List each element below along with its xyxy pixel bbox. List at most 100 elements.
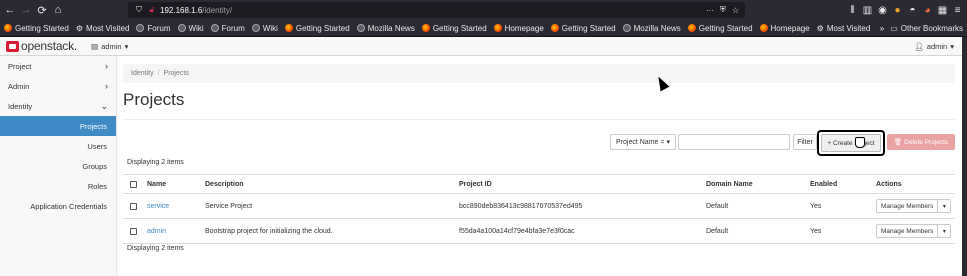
- sidebar-item-groups[interactable]: Groups: [0, 156, 116, 176]
- filter-field-select[interactable]: Project Name = ▾: [610, 134, 676, 150]
- breadcrumb-root[interactable]: Identity: [131, 70, 154, 77]
- create-project-button[interactable]: + Create Project: [821, 134, 881, 152]
- bookmark-label: Most Visited: [85, 23, 130, 33]
- sidebar-icon[interactable]: ▥: [860, 1, 875, 19]
- project-id: f55da4a100a14cf79e4bfa3e7e3f0cac: [459, 227, 575, 235]
- hamburger-menu-icon[interactable]: ≡: [950, 1, 965, 19]
- browser-toolbar: ← → ⟳ ⌂ ⛉ 🔓︎ 192.168.1.6/identity/ ··· ⛨…: [0, 0, 967, 20]
- projects-table: Name Description Project ID Domain Name …: [123, 174, 955, 244]
- url-host: 192.168.1.6: [160, 5, 203, 15]
- manage-members-button[interactable]: Manage Members: [876, 224, 939, 238]
- bookmark-label: Homepage: [504, 23, 544, 33]
- bookmark-item[interactable]: Getting Started: [421, 24, 487, 33]
- column-header-name[interactable]: Name: [147, 175, 166, 193]
- user-menu[interactable]: 👤︎ admin ▾: [914, 37, 954, 55]
- bookmark-item[interactable]: Mozilla News: [356, 23, 415, 33]
- filter-group: Project Name = ▾ Filter: [610, 134, 817, 150]
- pocket-icon[interactable]: ⛨: [720, 5, 726, 15]
- sidebar-item-users[interactable]: Users: [0, 136, 116, 156]
- project-enabled: Yes: [810, 227, 822, 235]
- chevron-double-right-icon[interactable]: »: [880, 24, 884, 33]
- bookmark-item[interactable]: Getting Started: [687, 24, 753, 33]
- bookmark-item[interactable]: Getting Started: [284, 24, 350, 33]
- column-header-enabled[interactable]: Enabled: [810, 175, 837, 193]
- bookmark-item[interactable]: Getting Started: [550, 24, 616, 33]
- forward-icon[interactable]: →: [18, 1, 34, 19]
- breadcrumb-separator: /: [157, 70, 160, 77]
- bookmark-item[interactable]: ⚙ Most Visited: [817, 24, 871, 33]
- bookmark-item[interactable]: Mozilla News: [622, 24, 681, 33]
- sidebar-item-label: Admin: [8, 81, 30, 91]
- select-all-checkbox[interactable]: [130, 180, 137, 188]
- url-bar[interactable]: ⛉ 🔓︎ 192.168.1.6/identity/ ··· ⛨ ☆: [128, 2, 745, 18]
- bookmark-item[interactable]: Wiki: [251, 24, 278, 33]
- firefox-icon: [493, 24, 502, 32]
- filter-button[interactable]: Filter: [793, 134, 817, 150]
- extension-icon[interactable]: ◓: [905, 1, 920, 19]
- back-icon[interactable]: ←: [2, 1, 18, 19]
- firefox-icon: [4, 24, 12, 32]
- library-icon[interactable]: ⫴: [845, 1, 860, 19]
- project-domain: Default: [706, 227, 729, 235]
- row-checkbox[interactable]: [130, 227, 137, 235]
- delete-projects-label: Delete Projects: [904, 138, 949, 146]
- column-header-domain-name[interactable]: Domain Name: [706, 175, 753, 193]
- bookmark-item[interactable]: Getting Started: [4, 24, 69, 33]
- actions-dropdown-toggle[interactable]: ▾: [938, 224, 952, 238]
- globe-icon: [210, 24, 219, 32]
- table-row: admin Bootstrap project for initializing…: [123, 218, 955, 243]
- openstack-logo-text[interactable]: openstack.: [21, 39, 77, 53]
- openstack-logo-icon[interactable]: [6, 40, 19, 52]
- project-description: Service Project: [205, 202, 253, 210]
- project-switcher[interactable]: ▤ admin ▾: [91, 42, 128, 51]
- sidebar-item-application-credentials[interactable]: Application Credentials: [0, 196, 116, 216]
- project-id: bcc890deb836413c98817070537ed495: [459, 202, 583, 210]
- more-icon[interactable]: ···: [706, 5, 714, 15]
- filter-input[interactable]: [678, 134, 790, 150]
- project-label: admin: [101, 41, 122, 51]
- actions-dropdown-toggle[interactable]: ▾: [938, 199, 952, 213]
- sidebar-item-identity[interactable]: Identity ⌄: [0, 96, 116, 116]
- sidebar-item-project[interactable]: Project ›: [0, 56, 116, 76]
- table-row: service Service Project bcc890deb836413c…: [123, 193, 955, 218]
- caret-down-icon: ▾: [950, 41, 954, 51]
- project-name-link[interactable]: admin: [147, 219, 166, 243]
- row-checkbox[interactable]: [130, 202, 137, 210]
- bookmark-star-icon[interactable]: ☆: [732, 5, 739, 15]
- delete-projects-button[interactable]: 🗑︎ Delete Projects: [887, 134, 955, 150]
- firefox-icon[interactable]: ◕: [920, 1, 935, 19]
- chevron-right-icon: ›: [105, 61, 108, 71]
- bookmark-item[interactable]: Homepage: [759, 24, 810, 33]
- manage-members-button[interactable]: Manage Members: [876, 199, 939, 213]
- other-bookmarks[interactable]: Other Bookmarks: [901, 24, 963, 33]
- displaying-count-bottom: Displaying 2 items: [127, 245, 184, 252]
- extension-icon[interactable]: ●: [890, 1, 905, 19]
- caret-down-icon: ▾: [124, 41, 129, 51]
- table-header-row: Name Description Project ID Domain Name …: [123, 174, 955, 193]
- account-icon[interactable]: ◉: [875, 1, 890, 19]
- extension-icon[interactable]: ▦: [935, 1, 950, 19]
- reload-icon[interactable]: ⟳: [34, 1, 50, 19]
- globe-icon: [356, 24, 365, 32]
- bookmark-label: Mozilla News: [367, 23, 415, 33]
- sidebar-item-roles[interactable]: Roles: [0, 176, 116, 196]
- sidebar-item-projects[interactable]: Projects: [0, 116, 116, 136]
- shield-icon[interactable]: ⛉: [132, 5, 146, 15]
- bookmark-label: Forum: [221, 23, 245, 33]
- column-header-project-id[interactable]: Project ID: [459, 175, 492, 193]
- bookmark-item[interactable]: Forum: [210, 23, 245, 33]
- bookmark-item[interactable]: Wiki: [177, 24, 204, 33]
- firefox-icon: [284, 24, 293, 32]
- insecure-lock-icon[interactable]: 🔓︎: [146, 5, 158, 15]
- globe-icon: [622, 24, 631, 32]
- project-name-link[interactable]: service: [147, 194, 169, 218]
- chevron-right-icon: ›: [105, 81, 108, 91]
- bookmark-item[interactable]: Forum: [136, 24, 171, 33]
- home-icon[interactable]: ⌂: [50, 1, 66, 19]
- sidebar-item-admin[interactable]: Admin ›: [0, 76, 116, 96]
- column-header-description[interactable]: Description: [205, 175, 244, 193]
- caret-down-icon: ▾: [666, 139, 670, 146]
- bookmark-item[interactable]: ⚙ Most Visited: [76, 24, 130, 33]
- sidebar: Project › Admin › Identity ⌄ Projects Us…: [0, 56, 117, 276]
- bookmark-item[interactable]: Homepage: [493, 23, 544, 33]
